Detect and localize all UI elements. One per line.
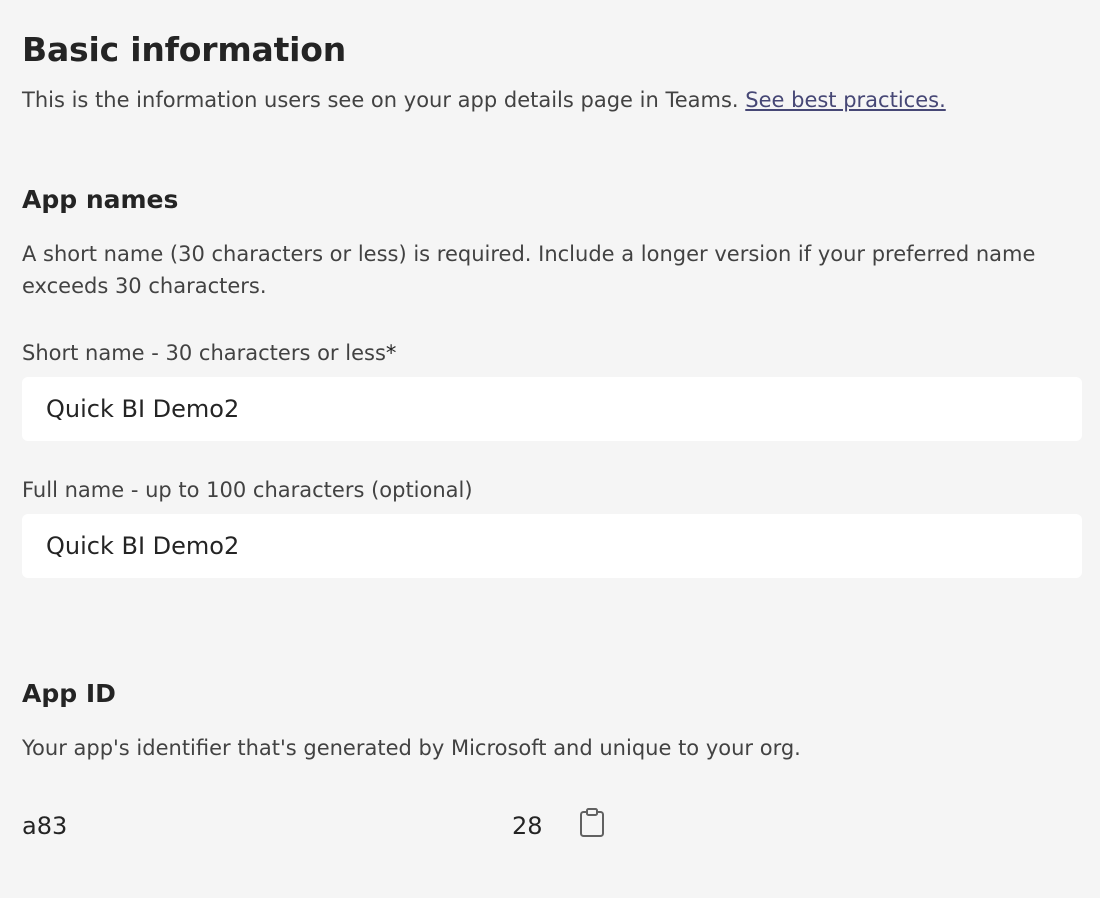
full-name-label: Full name - up to 100 characters (option… (22, 478, 473, 502)
page-description: This is the information users see on you… (22, 88, 946, 112)
page-description-text: This is the information users see on you… (22, 88, 739, 112)
short-name-label-text: Short name - 30 characters or less (22, 341, 386, 365)
short-name-label: Short name - 30 characters or less* (22, 341, 396, 365)
page-title: Basic information (22, 30, 347, 69)
app-id-description: Your app's identifier that's generated b… (22, 736, 801, 760)
copy-app-id-button[interactable] (576, 806, 608, 842)
copy-icon (580, 807, 604, 837)
required-asterisk: * (385, 341, 397, 365)
best-practices-link[interactable]: See best practices. (745, 88, 945, 112)
app-id-value-start: a83 (22, 812, 68, 840)
app-names-description: A short name (30 characters or less) is … (22, 242, 1036, 298)
app-id-value-end: 28 (512, 812, 543, 840)
app-names-title: App names (22, 185, 179, 214)
app-id-row: a83 28 (22, 806, 622, 846)
short-name-input[interactable] (22, 377, 1082, 441)
app-id-title: App ID (22, 679, 116, 708)
full-name-input[interactable] (22, 514, 1082, 578)
